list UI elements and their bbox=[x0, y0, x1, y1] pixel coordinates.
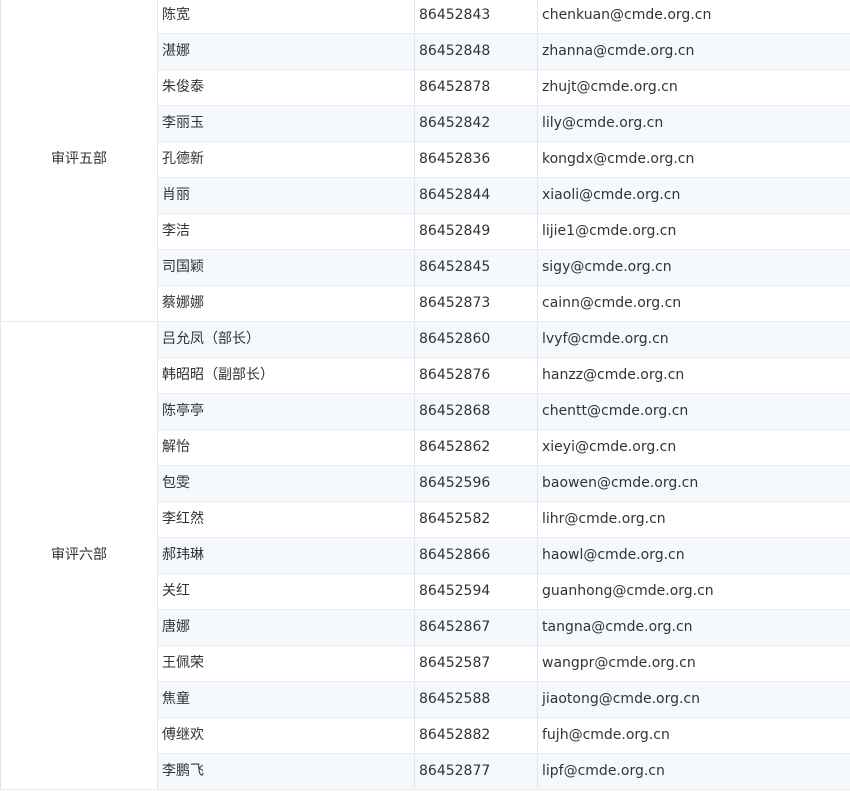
member-name-cell: 湛娜 bbox=[157, 33, 415, 70]
phone-number-cell: 86452866 bbox=[414, 537, 538, 574]
email-address-cell: guanhong@cmde.org.cn bbox=[537, 573, 850, 610]
phone-number-cell: 86452876 bbox=[414, 357, 538, 394]
member-name-cell: 肖丽 bbox=[157, 177, 415, 214]
phone-number-cell: 86452882 bbox=[414, 717, 538, 754]
phone-number-cell: 86452848 bbox=[414, 33, 538, 70]
email-address-cell: lvyf@cmde.org.cn bbox=[537, 321, 850, 358]
department-cell: 审评六部 bbox=[0, 321, 158, 790]
table-row: 审评六部 吕允凤（部长） 86452860 lvyf@cmde.org.cn bbox=[0, 321, 850, 790]
member-name-cell: 陈宽 bbox=[157, 0, 415, 34]
phone-number-cell: 86452860 bbox=[414, 321, 538, 358]
member-name-cell: 焦童 bbox=[157, 681, 415, 718]
member-name-cell: 李洁 bbox=[157, 213, 415, 250]
table-row: 审评五部 陈宽 86452843 chenkuan@cmde.org.cn bbox=[0, 0, 850, 322]
email-address-cell: tangna@cmde.org.cn bbox=[537, 609, 850, 646]
department-cell: 审评五部 bbox=[0, 0, 158, 322]
email-address-cell: zhanna@cmde.org.cn bbox=[537, 33, 850, 70]
member-name-cell: 吕允凤（部长） bbox=[157, 321, 415, 358]
email-address-cell: baowen@cmde.org.cn bbox=[537, 465, 850, 502]
member-name-cell: 包雯 bbox=[157, 465, 415, 502]
phone-number-cell: 86452836 bbox=[414, 141, 538, 178]
email-address-cell: chentt@cmde.org.cn bbox=[537, 393, 850, 430]
email-address-cell: xiaoli@cmde.org.cn bbox=[537, 177, 850, 214]
email-address-cell: hanzz@cmde.org.cn bbox=[537, 357, 850, 394]
phone-number-cell: 86452873 bbox=[414, 285, 538, 322]
email-address-cell: lipf@cmde.org.cn bbox=[537, 753, 850, 790]
phone-number-cell: 86452849 bbox=[414, 213, 538, 250]
phone-number-cell: 86452843 bbox=[414, 0, 538, 34]
member-name-cell: 韩昭昭（副部长） bbox=[157, 357, 415, 394]
email-address-cell: chenkuan@cmde.org.cn bbox=[537, 0, 850, 34]
phone-number-cell: 86452587 bbox=[414, 645, 538, 682]
member-name-cell: 郝玮琳 bbox=[157, 537, 415, 574]
phone-number-cell: 86452868 bbox=[414, 393, 538, 430]
phone-number-cell: 86452862 bbox=[414, 429, 538, 466]
email-address-cell: zhujt@cmde.org.cn bbox=[537, 69, 850, 106]
phone-number-cell: 86452867 bbox=[414, 609, 538, 646]
email-address-cell: lily@cmde.org.cn bbox=[537, 105, 850, 142]
email-address-cell: kongdx@cmde.org.cn bbox=[537, 141, 850, 178]
member-name-cell: 解怡 bbox=[157, 429, 415, 466]
phone-number-cell: 86452582 bbox=[414, 501, 538, 538]
phone-number-cell: 86452594 bbox=[414, 573, 538, 610]
email-address-cell: wangpr@cmde.org.cn bbox=[537, 645, 850, 682]
phone-number-cell: 86452844 bbox=[414, 177, 538, 214]
member-name-cell: 关红 bbox=[157, 573, 415, 610]
member-name-cell: 朱俊泰 bbox=[157, 69, 415, 106]
member-name-cell: 李红然 bbox=[157, 501, 415, 538]
phone-number-cell: 86452842 bbox=[414, 105, 538, 142]
phone-number-cell: 86452878 bbox=[414, 69, 538, 106]
email-address-cell: jiaotong@cmde.org.cn bbox=[537, 681, 850, 718]
member-name-cell: 陈亭亭 bbox=[157, 393, 415, 430]
contact-directory-table: 审评五部 陈宽 86452843 chenkuan@cmde.org.cn 湛娜 8645… bbox=[0, 0, 850, 790]
email-address-cell: xieyi@cmde.org.cn bbox=[537, 429, 850, 466]
email-address-cell: sigy@cmde.org.cn bbox=[537, 249, 850, 286]
email-address-cell: lihr@cmde.org.cn bbox=[537, 501, 850, 538]
member-name-cell: 傅继欢 bbox=[157, 717, 415, 754]
email-address-cell: lijie1@cmde.org.cn bbox=[537, 213, 850, 250]
member-name-cell: 李丽玉 bbox=[157, 105, 415, 142]
member-name-cell: 唐娜 bbox=[157, 609, 415, 646]
member-name-cell: 蔡娜娜 bbox=[157, 285, 415, 322]
member-name-cell: 司国颖 bbox=[157, 249, 415, 286]
phone-number-cell: 86452877 bbox=[414, 753, 538, 790]
phone-number-cell: 86452588 bbox=[414, 681, 538, 718]
phone-number-cell: 86452845 bbox=[414, 249, 538, 286]
phone-number-cell: 86452596 bbox=[414, 465, 538, 502]
email-address-cell: fujh@cmde.org.cn bbox=[537, 717, 850, 754]
member-name-cell: 李鹏飞 bbox=[157, 753, 415, 790]
member-name-cell: 孔德新 bbox=[157, 141, 415, 178]
email-address-cell: cainn@cmde.org.cn bbox=[537, 285, 850, 322]
member-name-cell: 王佩荣 bbox=[157, 645, 415, 682]
directory-body: 审评五部 陈宽 86452843 chenkuan@cmde.org.cn 湛娜 8645… bbox=[0, 0, 850, 790]
email-address-cell: haowl@cmde.org.cn bbox=[537, 537, 850, 574]
